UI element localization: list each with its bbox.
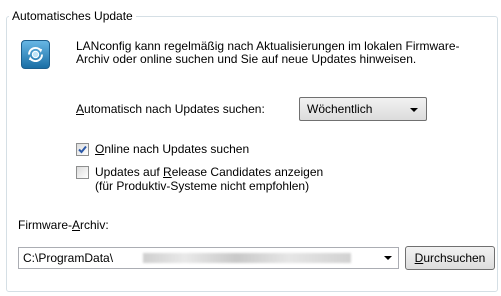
auto-update-label-text: utomatisch nach Updates suchen: [84, 102, 265, 116]
firmware-archive-label: Firmware-Archiv: [18, 218, 109, 233]
update-frequency-select[interactable]: Wöchentlich [299, 97, 427, 121]
update-globe-icon [21, 40, 50, 69]
release-candidates-checkbox[interactable] [76, 166, 89, 179]
browse-button[interactable]: Durchsuchen [405, 246, 495, 270]
mnemonic-o: O [95, 142, 105, 156]
firmware-archive-combo[interactable]: C:\ProgramData\ [18, 247, 399, 269]
release-candidates-label-rest: elease Candidates anzeigen [171, 165, 324, 179]
archive-label-pre: Firmware- [18, 218, 72, 232]
archive-label-rest: rchiv: [80, 218, 109, 232]
chevron-down-icon [410, 108, 418, 112]
update-description: LANconfig kann regelmäßig nach Aktualisi… [76, 39, 460, 66]
release-candidates-note: (für Produktiv-Systeme nicht empfohlen) [95, 179, 310, 193]
online-search-checkbox[interactable] [76, 143, 89, 156]
checkmark-icon [78, 145, 87, 154]
redacted-path-segment [143, 253, 351, 263]
browse-button-label: urchsuchen [423, 250, 486, 265]
group-title: Automatisches Update [9, 8, 136, 24]
firmware-archive-path: C:\ProgramData\ [23, 251, 114, 265]
update-frequency-value: Wöchentlich [307, 102, 373, 116]
release-candidates-label-pre: Updates auf [95, 165, 164, 179]
mnemonic-d: D [414, 250, 424, 265]
mnemonic-a2: A [72, 218, 81, 232]
online-search-label[interactable]: Online nach Updates suchen [95, 142, 249, 157]
release-candidates-label[interactable]: Updates auf Release Candidates anzeigen [95, 165, 323, 179]
mnemonic-r: R [163, 165, 172, 179]
mnemonic-a: A [76, 102, 85, 116]
online-search-label-text: nline nach Updates suchen [104, 142, 250, 156]
chevron-down-icon[interactable] [384, 256, 392, 260]
auto-update-label: Automatisch nach Updates suchen: [76, 102, 265, 117]
